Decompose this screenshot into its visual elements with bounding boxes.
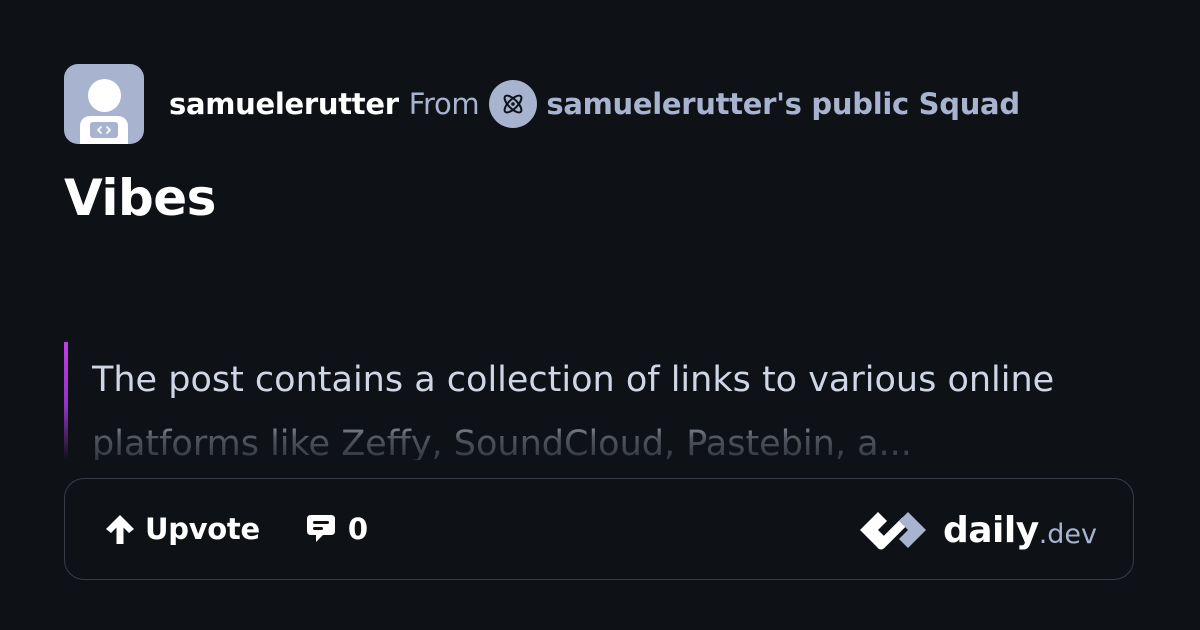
upvote-label: Upvote: [145, 512, 260, 546]
post-header: samuelerutter From samuelerutter's publi…: [64, 64, 1020, 144]
from-label: From: [408, 87, 480, 121]
squad-name[interactable]: samuelerutter's public Squad: [546, 87, 1020, 121]
arrow-up-icon: [106, 515, 134, 544]
avatar-head-shape: [88, 79, 121, 112]
daily-dev-logo-icon: [859, 512, 926, 550]
author-avatar[interactable]: [64, 64, 144, 144]
upvote-button[interactable]: Upvote: [103, 512, 260, 546]
post-title[interactable]: Vibes: [64, 164, 216, 232]
brand-name: daily: [942, 509, 1039, 551]
summary-accent-bar: [64, 342, 68, 460]
comments-button[interactable]: 0: [304, 512, 368, 546]
summary-text: The post contains a collection of links …: [92, 360, 1055, 460]
author-name[interactable]: samuelerutter: [169, 87, 399, 121]
post-summary: The post contains a collection of links …: [64, 342, 1136, 460]
laptop-icon: [90, 122, 118, 138]
brand-suffix: .dev: [1038, 518, 1097, 550]
squad-atom-icon[interactable]: [489, 80, 538, 128]
comment-bubble-icon: [306, 515, 335, 542]
daily-dev-logo[interactable]: daily .dev: [857, 509, 1097, 551]
comment-count: 0: [347, 512, 369, 546]
action-bar: Upvote 0 daily .dev: [64, 478, 1134, 580]
